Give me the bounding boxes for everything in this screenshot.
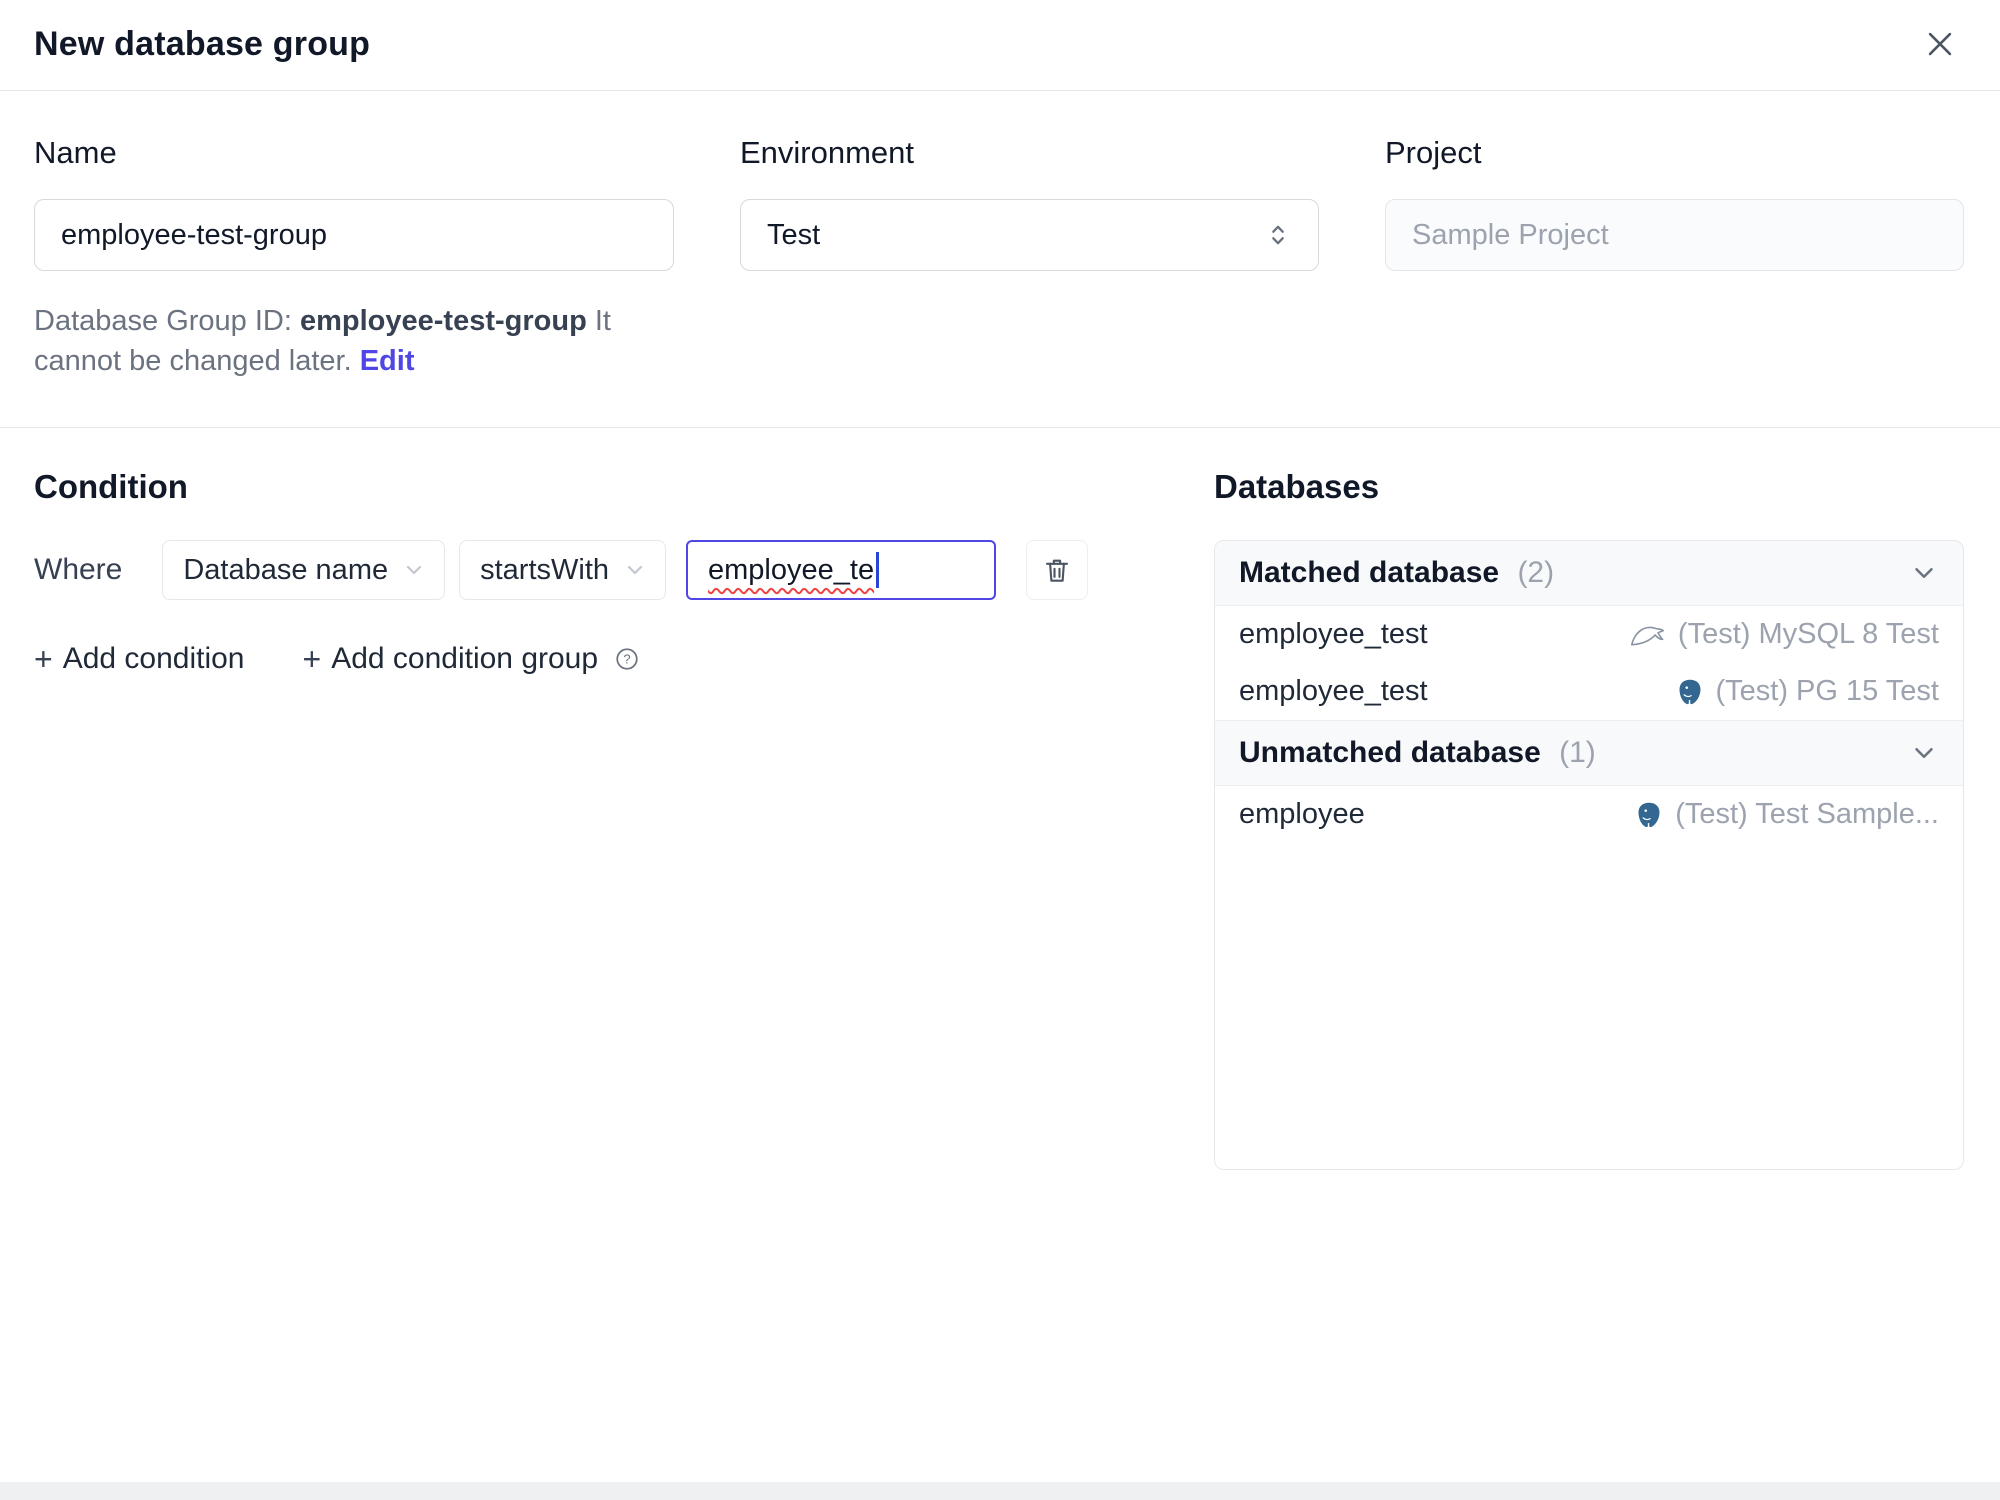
trash-icon <box>1045 559 1069 582</box>
section-count: (1) <box>1559 736 1596 770</box>
delete-condition-button[interactable] <box>1026 540 1089 601</box>
group-id-prefix: Database Group ID: <box>34 305 292 337</box>
matched-database-header[interactable]: Matched database (2) <box>1215 541 1963 607</box>
form-grid: Name employee-test-group Database Group … <box>0 91 2000 381</box>
environment-field-group: Environment Test <box>740 135 1319 381</box>
databases-heading: Databases <box>1214 468 1380 506</box>
page-bottom-strip <box>0 1482 2000 1500</box>
database-name: employee_test <box>1239 618 1428 651</box>
add-condition-label: Add condition <box>62 642 245 676</box>
close-button[interactable] <box>1918 22 1962 66</box>
dialog-header: New database group <box>0 0 2000 91</box>
group-id-note: Database Group ID: employee-test-group I… <box>34 301 674 381</box>
text-caret <box>876 552 879 589</box>
chevron-up-down-icon <box>1272 225 1284 245</box>
condition-field-value: Database name <box>183 553 389 586</box>
database-instance: (Test) Test Sample... <box>1635 798 1939 831</box>
postgres-icon <box>1638 802 1660 827</box>
section-title-text: Matched database <box>1239 556 1500 590</box>
main-area: Condition Where Database name startsWith… <box>0 428 2000 1171</box>
condition-operator-value: startsWith <box>480 553 610 586</box>
new-database-group-dialog: New database group Name employee-test-gr… <box>0 0 2000 1500</box>
project-input[interactable]: Sample Project <box>1385 199 1964 271</box>
postgres-icon <box>1679 679 1700 704</box>
databases-section: Databases Matched database (2) employee_… <box>1214 468 1964 1171</box>
plus-icon: + <box>302 641 322 678</box>
environment-select[interactable]: Test <box>740 199 1319 271</box>
condition-row: Where Database name startsWith employee_… <box>34 540 1150 601</box>
chevron-down-icon <box>1915 748 1933 759</box>
condition-value-text: employee_te <box>708 553 875 586</box>
chevron-down-icon <box>407 565 422 575</box>
edit-link[interactable]: Edit <box>360 345 415 377</box>
instance-name: (Test) PG 15 Test <box>1715 675 1940 708</box>
chevron-down-icon <box>627 565 643 575</box>
project-input-value: Sample Project <box>1412 218 1609 251</box>
condition-actions: + Add condition + Add condition group ? <box>34 642 1150 676</box>
mysql-icon <box>1630 626 1664 646</box>
condition-value-input[interactable]: employee_te <box>686 540 997 601</box>
matched-database-title: Matched database (2) <box>1239 556 1554 590</box>
matched-database-rows: employee_test (Test) MySQL 8 Test employ… <box>1215 606 1963 720</box>
condition-operator-select[interactable]: startsWith <box>459 540 667 601</box>
unmatched-database-rows: employee (Test) Test Sample... <box>1215 786 1963 843</box>
chevron-down-icon <box>1915 568 1933 579</box>
database-name: employee <box>1239 798 1365 831</box>
environment-select-value: Test <box>767 218 821 251</box>
unmatched-database-title: Unmatched database (1) <box>1239 736 1596 770</box>
section-title-text: Unmatched database <box>1239 736 1541 770</box>
name-field-group: Name employee-test-group Database Group … <box>34 135 674 381</box>
page-title: New database group <box>34 24 371 63</box>
group-id-value: employee-test-group <box>299 305 587 337</box>
plus-icon: + <box>34 641 53 678</box>
add-condition-group-button[interactable]: + Add condition group ? <box>303 642 641 676</box>
close-icon <box>1928 32 1952 56</box>
project-field-group: Project Sample Project <box>1385 135 1964 381</box>
unmatched-database-header[interactable]: Unmatched database (1) <box>1215 720 1963 787</box>
add-condition-button[interactable]: + Add condition <box>34 642 245 676</box>
panel-empty-space <box>1215 843 1963 1170</box>
help-icon: ? <box>614 646 640 672</box>
database-row: employee_test (Test) MySQL 8 Test <box>1215 606 1963 663</box>
condition-section: Condition Where Database name startsWith… <box>34 468 1150 676</box>
condition-heading: Condition <box>34 468 188 506</box>
condition-field-select[interactable]: Database name <box>162 540 446 601</box>
database-instance: (Test) MySQL 8 Test <box>1630 618 1939 651</box>
database-row: employee_test (Test) PG 15 Test <box>1215 663 1963 720</box>
svg-text:?: ? <box>623 651 630 666</box>
database-instance: (Test) PG 15 Test <box>1676 675 1940 708</box>
section-count: (2) <box>1517 556 1555 590</box>
database-row: employee (Test) Test Sample... <box>1215 786 1963 843</box>
add-condition-group-label: Add condition group <box>331 642 599 676</box>
instance-name: (Test) Test Sample... <box>1675 798 1939 831</box>
environment-label: Environment <box>740 135 915 170</box>
name-label: Name <box>34 135 117 170</box>
database-name: employee_test <box>1239 675 1428 708</box>
project-label: Project <box>1385 135 1482 170</box>
name-input[interactable]: employee-test-group <box>34 199 674 271</box>
instance-name: (Test) MySQL 8 Test <box>1677 618 1939 651</box>
databases-panel: Matched database (2) employee_test (Test… <box>1214 540 1964 1171</box>
name-input-value: employee-test-group <box>61 218 327 251</box>
where-label: Where <box>34 553 123 587</box>
